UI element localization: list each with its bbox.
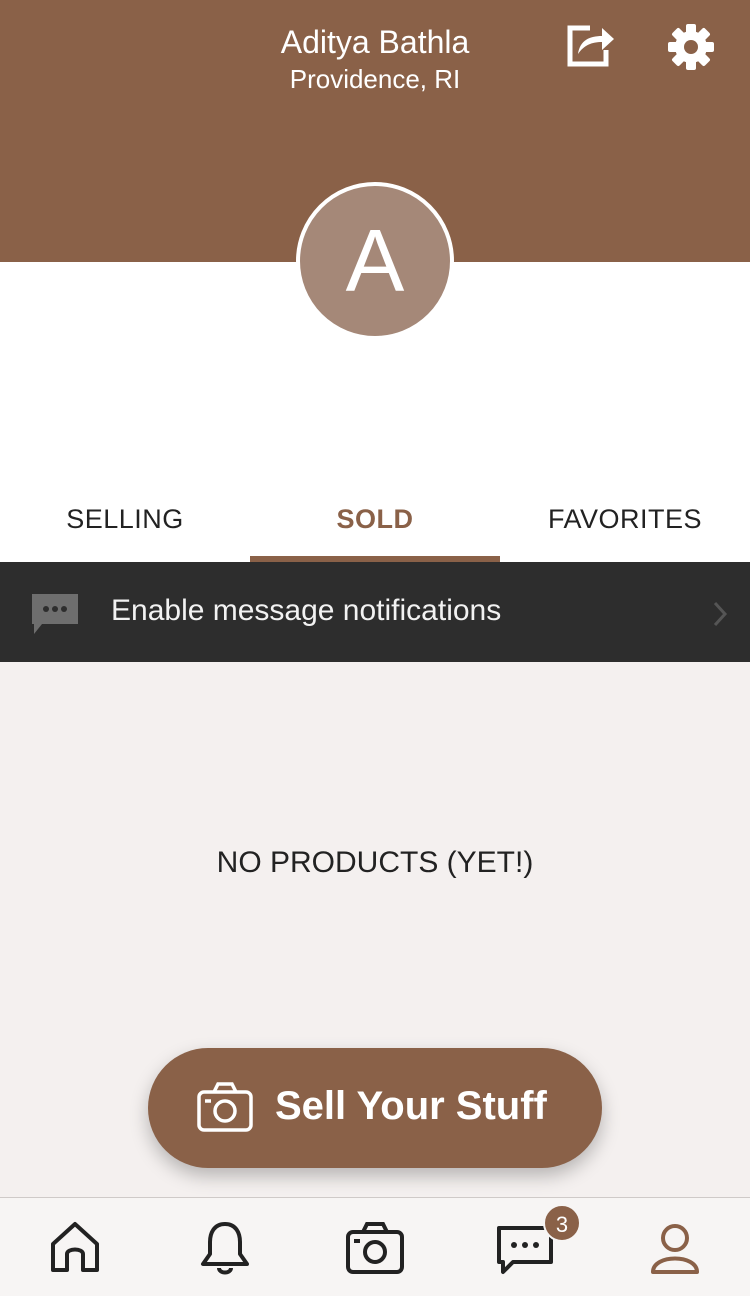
sell-your-stuff-button[interactable]: Sell Your Stuff xyxy=(148,1048,602,1168)
nav-home[interactable] xyxy=(45,1218,105,1278)
chat-bubble-icon xyxy=(32,594,78,634)
tab-favorites[interactable]: FAVORITES xyxy=(500,490,750,562)
settings-button[interactable] xyxy=(666,22,716,72)
user-name: Aditya Bathla xyxy=(280,24,470,60)
chevron-right-icon xyxy=(713,601,728,627)
enable-notifications-banner[interactable]: Enable message notifications xyxy=(0,562,750,662)
bottom-nav: 3 xyxy=(0,1197,750,1296)
messages-badge: 3 xyxy=(543,1204,581,1242)
gear-icon xyxy=(668,24,714,70)
sell-button-label: Sell Your Stuff xyxy=(275,1084,547,1128)
user-location: Providence, RI xyxy=(289,64,461,94)
home-icon xyxy=(51,1222,99,1272)
person-icon xyxy=(651,1224,699,1274)
empty-state-text: NO PRODUCTS (YET!) xyxy=(216,846,534,879)
nav-notifications[interactable] xyxy=(195,1218,255,1278)
notification-banner-text: Enable message notifications xyxy=(111,594,502,627)
nav-profile[interactable] xyxy=(645,1218,705,1278)
avatar[interactable]: A xyxy=(296,182,454,340)
tab-selling[interactable]: SELLING xyxy=(0,490,250,562)
avatar-initial: A xyxy=(345,211,405,310)
bell-icon xyxy=(201,1222,249,1275)
nav-sell[interactable] xyxy=(345,1218,405,1278)
share-button[interactable] xyxy=(562,22,618,70)
camera-icon xyxy=(346,1222,404,1274)
tab-bar: SELLING SOLD FAVORITES xyxy=(0,490,750,562)
tab-sold[interactable]: SOLD xyxy=(250,490,500,562)
camera-icon xyxy=(197,1082,253,1132)
share-icon xyxy=(567,25,614,67)
